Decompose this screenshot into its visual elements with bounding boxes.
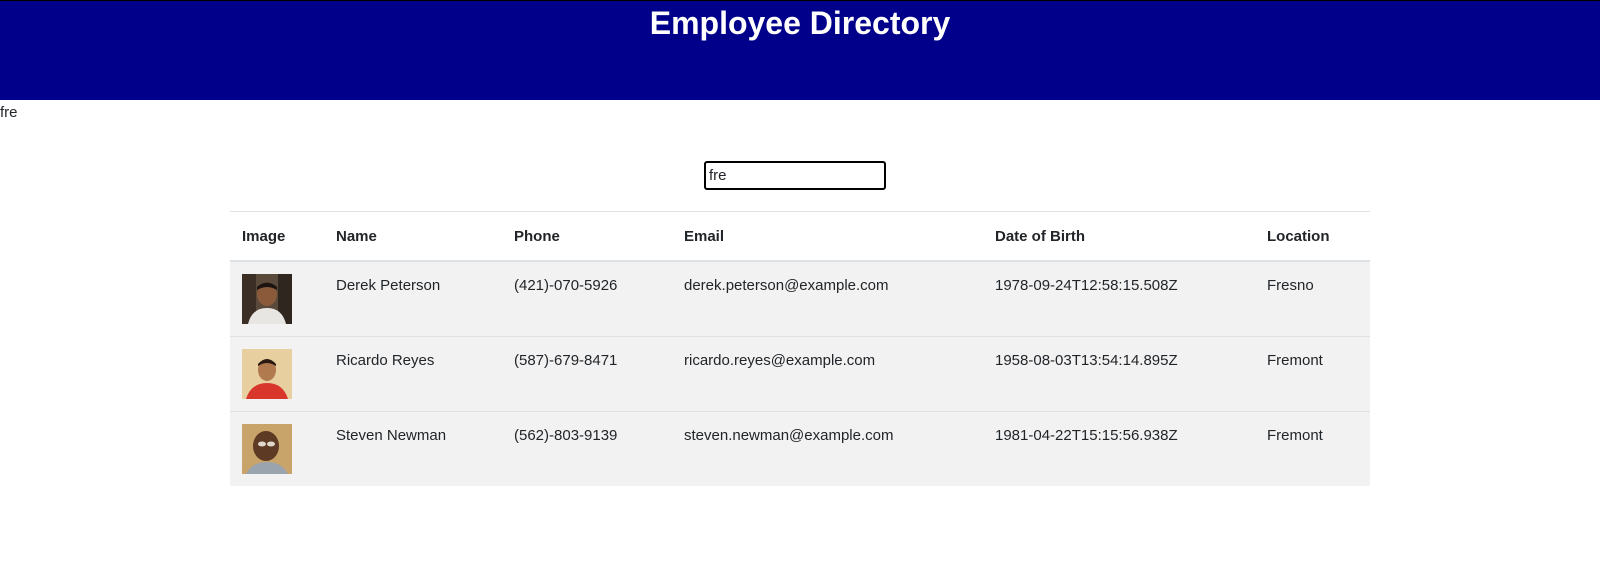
name-cell: Derek Peterson: [324, 260, 502, 337]
search-echo-text: fre: [0, 104, 18, 121]
table-row: Ricardo Reyes (587)-679-8471 ricardo.rey…: [230, 336, 1370, 412]
avatar: [242, 424, 292, 474]
column-header-email[interactable]: Email: [672, 211, 983, 262]
dob-cell: 1978-09-24T12:58:15.508Z: [983, 260, 1255, 337]
location-cell: Fresno: [1255, 260, 1370, 337]
dob-cell: 1981-04-22T15:15:56.938Z: [983, 411, 1255, 486]
dob-cell: 1958-08-03T13:54:14.895Z: [983, 336, 1255, 412]
column-header-name[interactable]: Name: [324, 211, 502, 262]
employee-table: Image Name Phone Email Date of Birth Loc…: [230, 211, 1370, 486]
email-cell: steven.newman@example.com: [672, 411, 983, 486]
page-title: Employee Directory: [649, 5, 951, 41]
page-header: Employee Directory: [0, 0, 1600, 100]
column-header-dob[interactable]: Date of Birth: [983, 211, 1255, 262]
location-cell: Fremont: [1255, 336, 1370, 412]
email-cell: ricardo.reyes@example.com: [672, 336, 983, 412]
image-cell: [230, 411, 324, 486]
email-cell: derek.peterson@example.com: [672, 260, 983, 337]
phone-cell: (421)-070-5926: [502, 260, 672, 337]
column-header-location[interactable]: Location: [1255, 211, 1370, 262]
image-cell: [230, 336, 324, 412]
avatar: [242, 349, 292, 399]
location-cell: Fremont: [1255, 411, 1370, 486]
employee-table-container: Image Name Phone Email Date of Birth Loc…: [230, 211, 1370, 486]
table-header-row: Image Name Phone Email Date of Birth Loc…: [230, 211, 1370, 262]
phone-cell: (587)-679-8471: [502, 336, 672, 412]
phone-cell: (562)-803-9139: [502, 411, 672, 486]
column-header-phone[interactable]: Phone: [502, 211, 672, 262]
image-cell: [230, 260, 324, 337]
name-cell: Steven Newman: [324, 411, 502, 486]
avatar: [242, 274, 292, 324]
table-row: Steven Newman (562)-803-9139 steven.newm…: [230, 411, 1370, 486]
search-input[interactable]: [704, 161, 886, 190]
column-header-image[interactable]: Image: [230, 211, 324, 262]
name-cell: Ricardo Reyes: [324, 336, 502, 412]
table-row: Derek Peterson (421)-070-5926 derek.pete…: [230, 260, 1370, 337]
